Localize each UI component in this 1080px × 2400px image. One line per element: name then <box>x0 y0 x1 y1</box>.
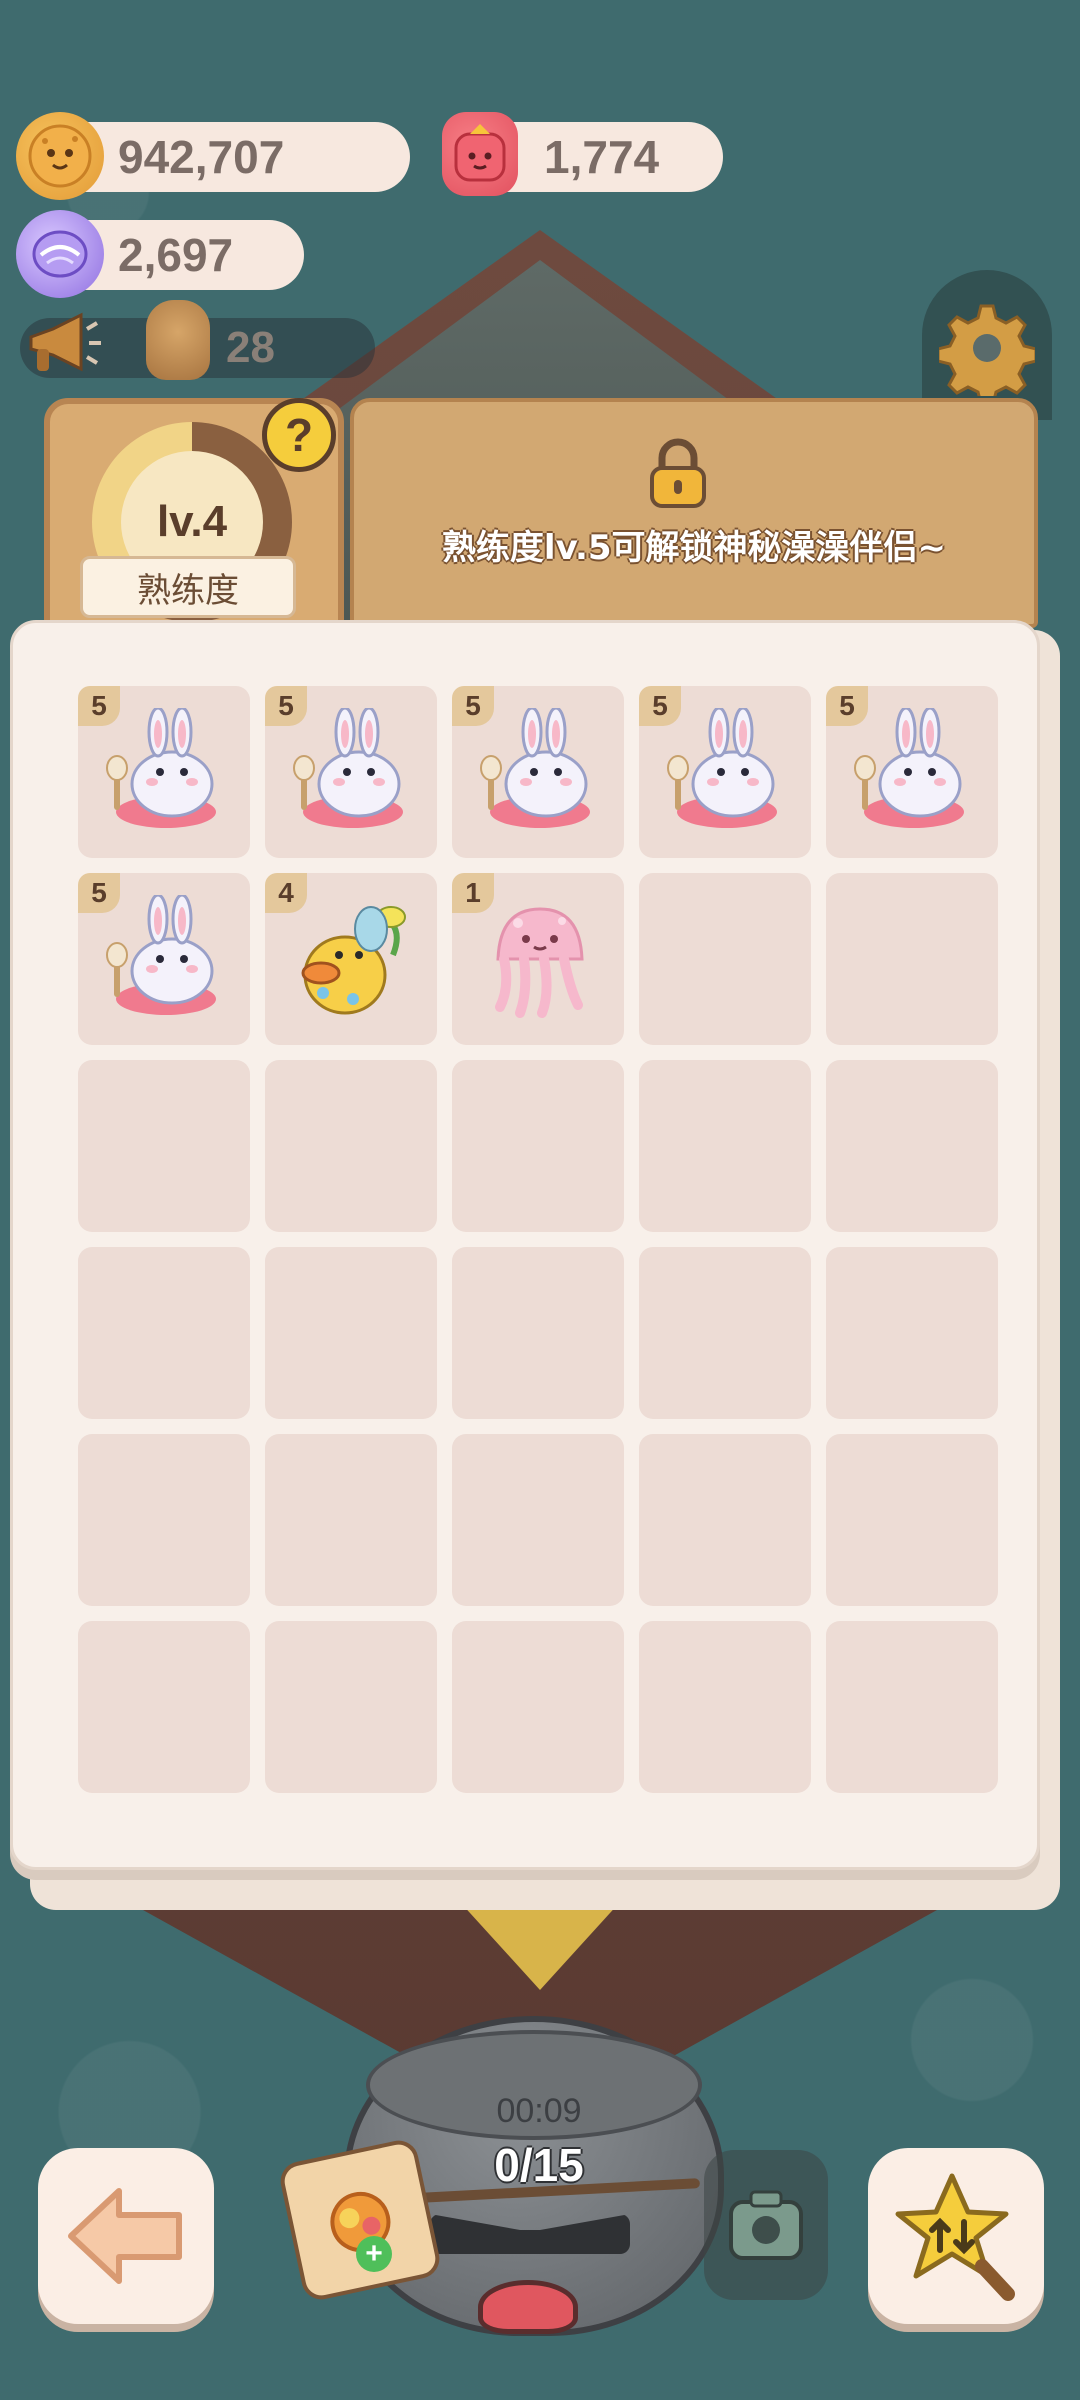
grid-cell-bunny[interactable]: 5 <box>452 686 624 858</box>
star-sort-icon <box>895 2173 1015 2301</box>
item-level-badge: 1 <box>452 873 494 913</box>
boost-bag-button[interactable] <box>276 2136 444 2304</box>
pot-timer: 00:09 <box>496 2092 582 2130</box>
camera-button[interactable] <box>704 2150 828 2300</box>
item-level-badge: 5 <box>639 686 681 726</box>
megaphone-icon[interactable] <box>18 304 108 384</box>
grid-cell-empty[interactable] <box>452 1434 624 1606</box>
player-icon <box>146 300 210 380</box>
item-level-badge: 5 <box>78 686 120 726</box>
help-button[interactable]: ? <box>262 398 336 472</box>
sort-button[interactable] <box>868 2148 1044 2324</box>
grid-cell-empty[interactable] <box>78 1621 250 1793</box>
grid-cell-empty[interactable] <box>826 1247 998 1419</box>
bunny-icon <box>283 706 419 838</box>
grid-cell-empty[interactable] <box>639 873 811 1045</box>
grid-cell-bunny[interactable]: 5 <box>639 686 811 858</box>
back-button[interactable] <box>38 2148 214 2324</box>
bunny-icon <box>844 706 980 838</box>
grid-cell-empty[interactable] <box>826 1060 998 1232</box>
camera-icon <box>729 2190 803 2260</box>
bunny-icon <box>96 706 232 838</box>
grid-cell-empty[interactable] <box>639 1434 811 1606</box>
item-level-badge: 5 <box>452 686 494 726</box>
bunny-icon <box>470 706 606 838</box>
unlock-message: 熟练度lv.5可解锁神秘澡澡伴侣~ <box>441 528 947 568</box>
grid-cell-empty[interactable] <box>639 1621 811 1793</box>
pot-mouth <box>478 2280 578 2334</box>
bunny-icon <box>657 706 793 838</box>
grid-cell-bunny[interactable]: 5 <box>78 873 250 1045</box>
jellyfish-icon <box>470 895 606 1025</box>
item-level-badge: 5 <box>826 686 868 726</box>
cookie-currency[interactable]: 942,707 <box>16 112 410 200</box>
grid-cell-jellyfish[interactable]: 1 <box>452 873 624 1045</box>
grid-cell-empty[interactable] <box>826 1621 998 1793</box>
grid-cell-empty[interactable] <box>78 1060 250 1232</box>
add-boost-icon[interactable]: + <box>356 2236 392 2272</box>
grid-cell-empty[interactable] <box>452 1621 624 1793</box>
merge-grid: 5 5 5 5 5 5 4 1 <box>78 686 998 1793</box>
gear-icon <box>939 304 1035 396</box>
lock-icon <box>650 438 706 508</box>
item-level-badge: 4 <box>265 873 307 913</box>
grid-cell-empty[interactable] <box>826 1434 998 1606</box>
bunny-icon <box>96 893 232 1025</box>
grid-cell-duck[interactable]: 4 <box>265 873 437 1045</box>
unlock-banner: 熟练度lv.5可解锁神秘澡澡伴侣~ <box>350 398 1038 628</box>
cookie-icon <box>16 112 104 200</box>
candy-currency[interactable]: 1,774 <box>442 112 723 196</box>
player-count: 28 <box>226 323 275 372</box>
grid-cell-bunny[interactable]: 5 <box>265 686 437 858</box>
gem-currency[interactable]: 2,697 <box>16 210 304 298</box>
grid-cell-empty[interactable] <box>452 1247 624 1419</box>
grid-cell-empty[interactable] <box>639 1247 811 1419</box>
grid-cell-empty[interactable] <box>78 1434 250 1606</box>
grid-cell-bunny[interactable]: 5 <box>78 686 250 858</box>
grid-cell-empty[interactable] <box>265 1621 437 1793</box>
duck-icon <box>283 895 419 1025</box>
gem-icon <box>16 210 104 298</box>
item-level-badge: 5 <box>78 873 120 913</box>
grid-cell-empty[interactable] <box>78 1247 250 1419</box>
item-level-badge: 5 <box>265 686 307 726</box>
grid-cell-bunny[interactable]: 5 <box>826 686 998 858</box>
grid-cell-empty[interactable] <box>639 1060 811 1232</box>
grid-cell-empty[interactable] <box>826 873 998 1045</box>
grid-cell-empty[interactable] <box>265 1060 437 1232</box>
grid-cell-empty[interactable] <box>452 1060 624 1232</box>
grid-cell-empty[interactable] <box>265 1434 437 1606</box>
grid-cell-empty[interactable] <box>265 1247 437 1419</box>
proficiency-label: 熟练度 <box>80 556 296 618</box>
arrow-left-icon <box>68 2188 182 2284</box>
candy-icon <box>442 112 518 196</box>
